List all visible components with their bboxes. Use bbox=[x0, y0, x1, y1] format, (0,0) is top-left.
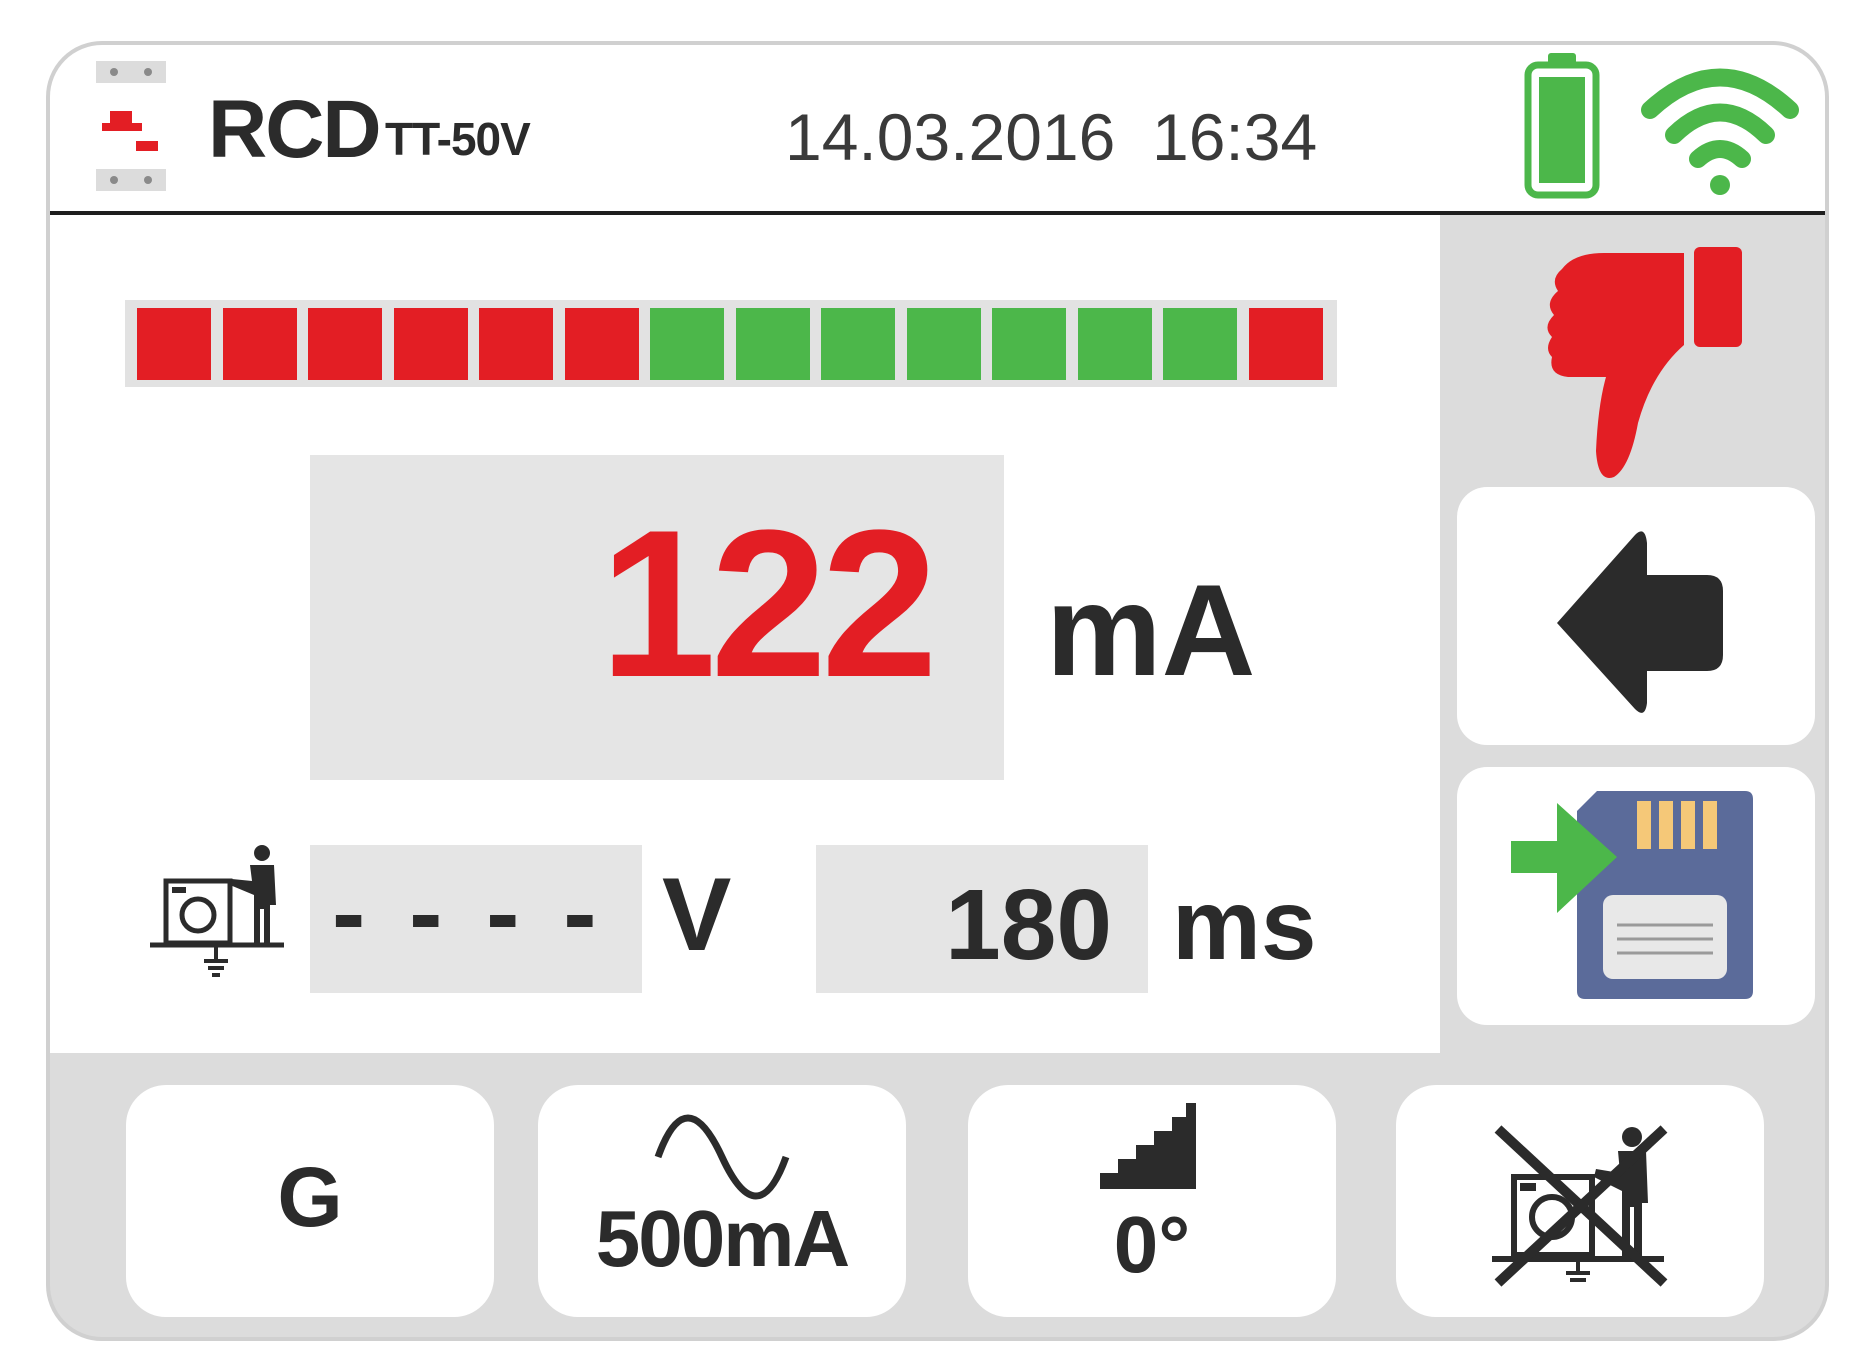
trip-time-value: 180 bbox=[945, 869, 1112, 981]
status-header: RCD TT-50V 14.03.2016 16:34 bbox=[50, 45, 1825, 215]
trip-time-unit: ms bbox=[1172, 869, 1317, 981]
trip-time-box: 180 bbox=[816, 845, 1148, 993]
level-segment-green bbox=[906, 308, 981, 380]
touch-voltage-off-icon bbox=[1492, 1125, 1668, 1287]
level-segment-red bbox=[137, 308, 211, 380]
level-segment-red bbox=[1248, 308, 1323, 380]
level-segment-red bbox=[222, 308, 297, 380]
save-button[interactable] bbox=[1457, 767, 1815, 1025]
level-segment-red bbox=[308, 308, 382, 380]
result-box: 122 bbox=[310, 455, 1004, 780]
level-segment-red bbox=[479, 308, 553, 380]
trip-current-value: 122 bbox=[599, 486, 938, 721]
rated-current-button[interactable]: 500mA bbox=[538, 1085, 906, 1317]
touch-voltage-toggle-button[interactable] bbox=[1396, 1085, 1764, 1317]
date-time: 14.03.2016 16:34 bbox=[785, 99, 1317, 175]
trip-current-unit: mA bbox=[1046, 557, 1256, 703]
level-segment-red bbox=[393, 308, 468, 380]
rcd-breaker-icon bbox=[96, 61, 166, 191]
touch-voltage-value: - - - - bbox=[332, 857, 605, 969]
phase-button[interactable]: 0° bbox=[968, 1085, 1336, 1317]
rated-current-label: 500mA bbox=[595, 1194, 850, 1283]
back-arrow-icon bbox=[1557, 531, 1723, 713]
staircase-icon bbox=[1100, 1103, 1196, 1189]
wifi-icon bbox=[1641, 68, 1799, 195]
level-segment-red bbox=[564, 308, 639, 380]
date: 14.03.2016 bbox=[785, 100, 1116, 174]
time: 16:34 bbox=[1152, 100, 1318, 174]
system-type-label: TT-50V bbox=[385, 113, 531, 165]
thumbs-down-icon bbox=[1547, 247, 1742, 478]
level-segment-green bbox=[1163, 308, 1237, 380]
touch-voltage-unit: V bbox=[662, 857, 732, 973]
sine-wave-icon bbox=[654, 1114, 790, 1200]
measurement-panel: 122 mA - - - - V 180 ms bbox=[50, 215, 1440, 1053]
phase-label: 0° bbox=[1113, 1200, 1191, 1289]
level-segment-green bbox=[650, 308, 724, 380]
rcd-type-button[interactable]: G bbox=[126, 1085, 494, 1317]
battery-full-icon bbox=[1524, 53, 1600, 199]
back-button[interactable] bbox=[1457, 487, 1815, 745]
rcd-type-label: G bbox=[277, 1150, 343, 1244]
level-segment-green bbox=[735, 308, 810, 380]
measurement-title: RCD bbox=[208, 84, 382, 175]
instrument-screen: RCD TT-50V 14.03.2016 16:34 122 mA - - -… bbox=[46, 41, 1829, 1341]
level-segment-green bbox=[992, 308, 1066, 380]
touch-voltage-box: - - - - bbox=[310, 845, 642, 993]
save-to-memory-icon bbox=[1511, 791, 1753, 999]
level-segment-green bbox=[821, 308, 895, 380]
level-bar bbox=[125, 300, 1337, 387]
level-segment-green bbox=[1077, 308, 1152, 380]
touch-voltage-icon bbox=[150, 845, 284, 977]
